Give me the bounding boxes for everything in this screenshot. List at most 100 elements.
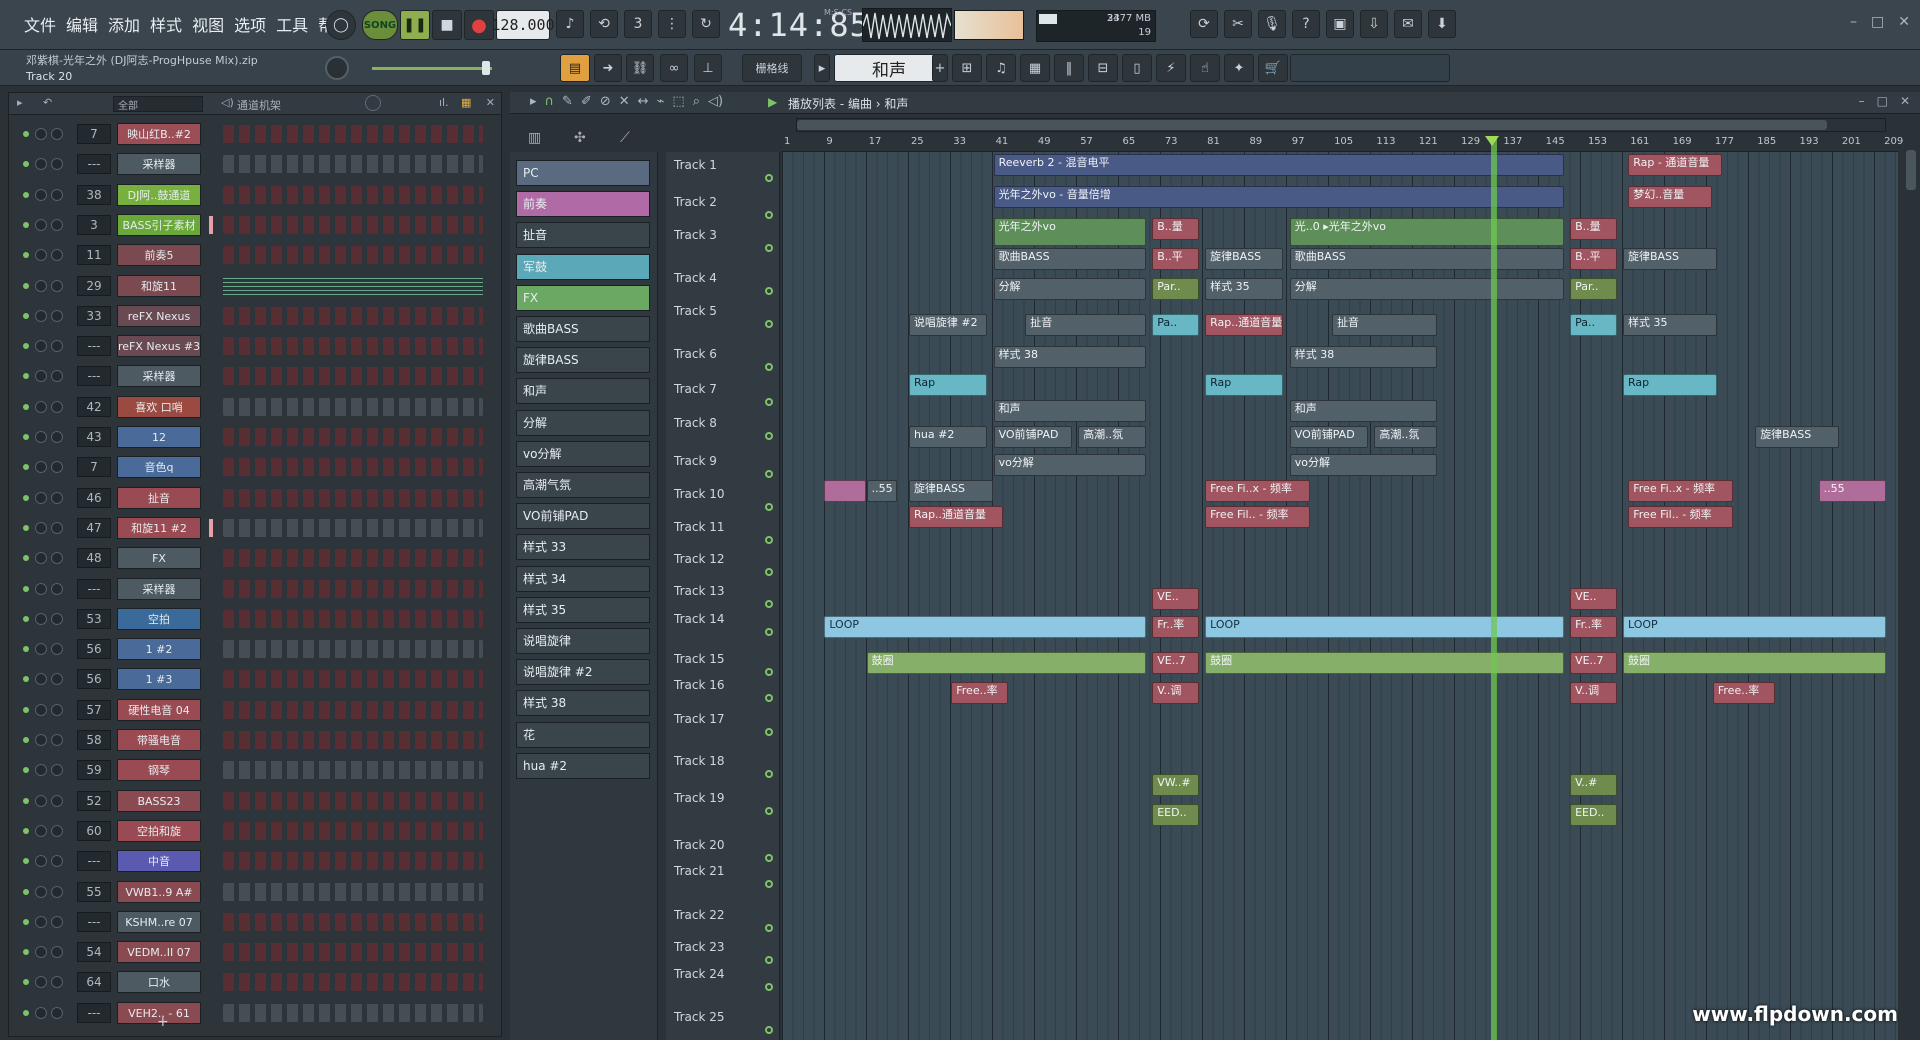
playlist-clip[interactable]: VO前铺PAD <box>1289 426 1369 448</box>
playlist-clip[interactable]: 光..0 ▸光年之外vo <box>1289 218 1564 246</box>
channel-name-button[interactable]: 空拍 <box>117 607 201 630</box>
rack-undo-icon[interactable]: ↶ <box>43 96 52 109</box>
step-sequencer[interactable] <box>223 1003 483 1022</box>
channel-pan-knob[interactable] <box>35 158 47 171</box>
channel-led[interactable] <box>23 827 29 834</box>
step-sequencer[interactable] <box>223 700 483 719</box>
news-panel[interactable] <box>1290 54 1450 82</box>
channel-name-button[interactable]: 中音 <box>117 850 201 873</box>
audio-picker-icon[interactable]: ✣ <box>574 130 586 146</box>
channel-pan-knob[interactable] <box>35 582 47 595</box>
step-sequencer[interactable] <box>223 246 483 265</box>
track-mute-led[interactable] <box>765 211 773 219</box>
channel-row[interactable]: --- reFX Nexus #3 <box>9 331 503 361</box>
track-mute-led[interactable] <box>765 470 773 478</box>
channel-volume-knob[interactable] <box>51 249 63 262</box>
prev-pattern-icon[interactable]: ▸ <box>814 54 830 82</box>
plug-icon[interactable]: ⚡ <box>1156 54 1186 82</box>
add-channel-icon[interactable]: + <box>157 1014 169 1030</box>
step-sequencer[interactable] <box>223 821 483 840</box>
channel-pan-knob[interactable] <box>35 521 47 534</box>
track-mute-led[interactable] <box>765 320 773 328</box>
track-mute-led[interactable] <box>765 854 773 862</box>
channel-led[interactable] <box>23 797 29 804</box>
channel-led[interactable] <box>23 737 29 743</box>
track-mute-led[interactable] <box>765 432 773 440</box>
channel-volume-knob[interactable] <box>51 218 63 231</box>
playlist-clip[interactable]: Free..率 <box>951 682 1009 704</box>
pl-maximize-icon[interactable]: □ <box>1877 94 1888 108</box>
channel-name-button[interactable]: 采样器 <box>117 365 201 388</box>
channel-name-button[interactable]: reFX Nexus <box>117 304 201 327</box>
channel-volume-knob[interactable] <box>51 552 63 565</box>
channel-volume-knob[interactable] <box>51 824 63 837</box>
channel-volume-knob[interactable] <box>51 491 63 504</box>
step-sequencer[interactable] <box>223 185 483 204</box>
channel-led[interactable] <box>23 858 29 865</box>
playlist-clip[interactable]: LOOP <box>1205 616 1564 638</box>
channel-mixer-track[interactable]: --- <box>77 154 111 175</box>
channel-volume-knob[interactable] <box>51 309 63 322</box>
playlist-clip[interactable]: Free Fi..x - 频率 <box>1628 480 1734 502</box>
channel-pan-knob[interactable] <box>35 400 47 413</box>
step-sequencer[interactable] <box>223 731 483 749</box>
track-label[interactable]: Track 7 <box>674 382 717 396</box>
track-mute-led[interactable] <box>765 628 773 636</box>
menu-item[interactable]: 编辑 <box>64 12 100 36</box>
track-mute-led[interactable] <box>765 244 773 252</box>
playlist-clip[interactable]: Par.. <box>1570 278 1617 300</box>
metronome-icon[interactable]: ♪ <box>556 10 584 38</box>
playlist-clip[interactable]: 梦幻..音量 <box>1628 186 1712 208</box>
channel-row[interactable]: 52 BASS23 <box>9 786 503 816</box>
track-mute-led[interactable] <box>765 956 773 964</box>
track-mute-led[interactable] <box>765 807 773 815</box>
channel-row[interactable]: 64 口水 <box>9 967 503 997</box>
playlist-clip[interactable]: B..量 <box>1570 218 1617 240</box>
step-sequencer[interactable] <box>223 458 483 477</box>
playlist-clip[interactable]: 分解 <box>993 278 1146 300</box>
step-sequencer[interactable] <box>223 640 483 659</box>
track-label[interactable]: Track 9 <box>674 454 717 468</box>
playlist-clip[interactable]: 光年之外vo <box>993 218 1146 246</box>
picker-item[interactable]: 说唱旋律 <box>516 628 650 654</box>
playlist-clip[interactable]: ..55 <box>1818 480 1887 502</box>
channel-mixer-track[interactable]: 57 <box>77 699 111 720</box>
grid-icon[interactable]: ▦ <box>461 96 471 109</box>
channel-pan-knob[interactable] <box>35 855 47 868</box>
loop-record-icon[interactable]: ↻ <box>692 10 720 38</box>
track-label[interactable]: Track 3 <box>674 228 717 242</box>
playlist-clip[interactable]: Free Fil.. - 频率 <box>1628 506 1734 528</box>
help-icon[interactable]: ? <box>1292 10 1320 38</box>
channel-led[interactable] <box>23 555 29 562</box>
add-pattern-icon[interactable]: + <box>932 54 948 82</box>
playlist-clip[interactable]: 样式 38 <box>1289 346 1437 368</box>
step-sequencer[interactable] <box>223 912 483 931</box>
channel-pan-knob[interactable] <box>35 794 47 807</box>
automation-picker-icon[interactable]: ⟋ <box>620 130 630 146</box>
channel-name-button[interactable]: VEDM..II 07 <box>117 941 201 964</box>
pattern-picker-icon[interactable]: ▥ <box>528 130 541 146</box>
step-sequencer[interactable] <box>223 761 483 780</box>
playlist-clip[interactable]: Pa.. <box>1570 314 1617 336</box>
playlist-clip[interactable]: Free..率 <box>1712 682 1776 704</box>
snap-select[interactable]: 栅格线 <box>742 54 802 82</box>
wait-input-icon[interactable]: ⟲ <box>590 10 618 38</box>
track-label[interactable]: Track 10 <box>674 487 724 501</box>
channel-row[interactable]: 48 FX <box>9 543 503 573</box>
step-sequencer[interactable] <box>223 518 483 537</box>
step-sequencer[interactable] <box>223 397 483 416</box>
playlist-clip[interactable]: 歌曲BASS <box>1289 248 1564 270</box>
pause-button[interactable]: ❚❚ <box>400 10 430 40</box>
playlist-clip[interactable]: 样式 35 <box>1205 278 1284 300</box>
channel-volume-knob[interactable] <box>51 431 63 443</box>
track-label[interactable]: Track 16 <box>674 678 724 692</box>
step-sequencer[interactable] <box>223 670 483 689</box>
channel-row[interactable]: 42 喜欢 口哨 <box>9 392 503 422</box>
arrow-icon[interactable]: ➜ <box>594 54 622 82</box>
picker-item[interactable]: hua #2 <box>516 752 650 779</box>
slip-icon[interactable]: ↔ <box>638 94 649 109</box>
rack-arrow-icon[interactable]: ▸ <box>17 96 23 109</box>
menu-item[interactable]: 样式 <box>148 12 184 36</box>
channel-led[interactable] <box>23 221 29 228</box>
channel-pan-knob[interactable] <box>35 643 47 656</box>
